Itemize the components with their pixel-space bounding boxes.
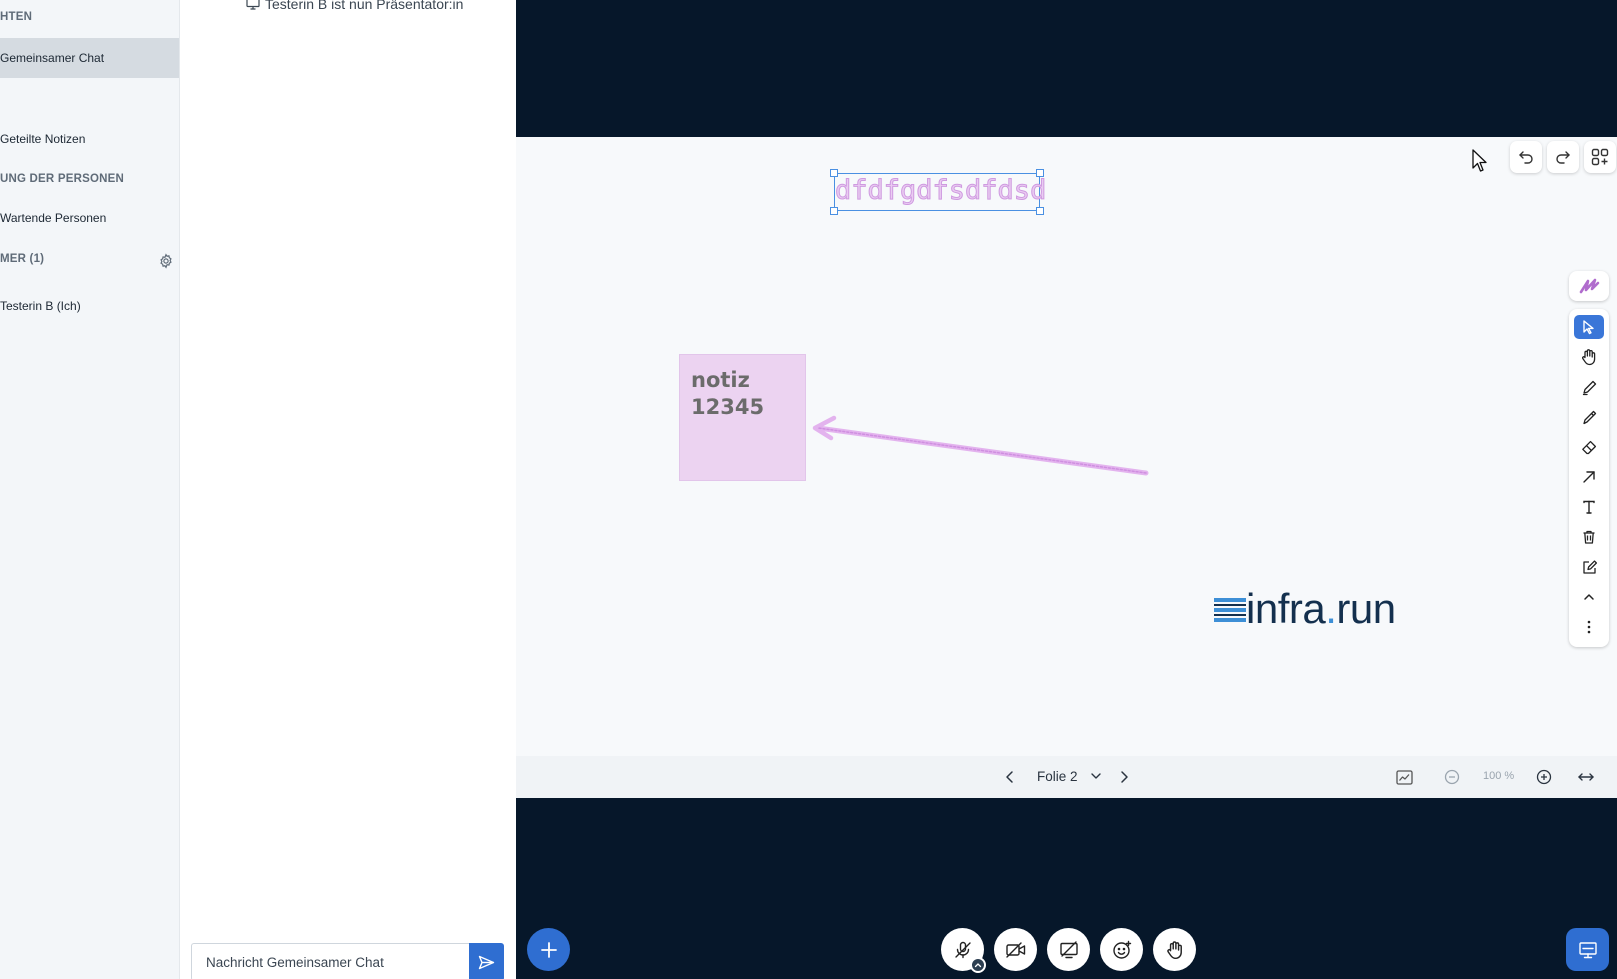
audio-options-badge[interactable]: [970, 957, 986, 973]
smart-layout-button[interactable]: [1393, 766, 1415, 788]
logo-dot: .: [1325, 585, 1337, 632]
more-options-button[interactable]: [1574, 615, 1604, 639]
next-slide-button[interactable]: [1113, 766, 1135, 788]
hand-tool[interactable]: [1574, 345, 1604, 369]
collapse-toolbar-button[interactable]: [1574, 585, 1604, 609]
chevron-up-icon: [1584, 594, 1594, 600]
delete-tool[interactable]: [1574, 525, 1604, 549]
infra-run-logo: infra.run: [1214, 585, 1396, 633]
sidebar-item-public-chat[interactable]: Gemeinsamer Chat: [0, 38, 179, 78]
select-tool[interactable]: [1574, 315, 1604, 339]
reactions-button[interactable]: [1100, 928, 1143, 971]
users-heading: MER (1): [0, 253, 45, 265]
selected-text-annotation[interactable]: dfdfgdfsdfdsd: [830, 169, 1047, 215]
text-tool[interactable]: [1574, 495, 1604, 519]
chevron-right-icon: [1121, 771, 1128, 783]
text-annotation-content: dfdfgdfsdfdsd: [834, 175, 1047, 207]
zoom-in-icon: [1536, 769, 1552, 785]
muted-microphone-icon: [954, 941, 971, 958]
presenter-icon: [246, 0, 260, 10]
multi-user-icon: [1591, 148, 1609, 166]
chevron-up-icon: [974, 963, 982, 968]
eraser-icon: [1581, 440, 1596, 454]
draw-tool[interactable]: [1574, 375, 1604, 399]
slide-navigation-bar: Folie 2 100 %: [516, 756, 1617, 798]
restore-presentation-button[interactable]: [1566, 928, 1609, 971]
slide-select[interactable]: Folie 2: [1037, 769, 1102, 784]
user-list-item[interactable]: Testerin B (Ich): [0, 299, 81, 313]
zoom-out-icon: [1444, 769, 1460, 785]
unmute-microphone-button[interactable]: [941, 928, 986, 973]
color-stroke-picker[interactable]: [1569, 271, 1609, 301]
redo-icon: [1556, 151, 1570, 164]
system-message-text: Testerin B ist nun Präsentator:in: [265, 0, 464, 12]
resize-handle[interactable]: [1036, 169, 1044, 177]
pointer-icon: [1583, 320, 1594, 335]
redo-button[interactable]: [1547, 141, 1579, 173]
sidebar-item-shared-notes[interactable]: Geteilte Notizen: [0, 132, 85, 146]
whiteboard-toolbar: [1569, 309, 1609, 647]
edit-square-icon: [1582, 559, 1597, 574]
user-list-sidebar: HTEN Gemeinsamer Chat Geteilte Notizen U…: [0, 0, 180, 979]
plus-icon: [540, 941, 557, 958]
previous-slide-button[interactable]: [999, 766, 1021, 788]
resize-handle[interactable]: [1036, 207, 1044, 215]
sticky-note-text: notiz 12345: [691, 368, 765, 419]
sticky-note[interactable]: notiz 12345: [679, 354, 806, 481]
raise-hand-button[interactable]: [1153, 928, 1196, 971]
logo-wordmark: infra.run: [1246, 585, 1396, 633]
chevron-down-icon: [1091, 773, 1101, 779]
arrow-tool[interactable]: [1574, 465, 1604, 489]
text-icon: [1583, 500, 1595, 514]
gear-icon[interactable]: [158, 253, 174, 269]
trash-icon: [1583, 530, 1595, 544]
share-webcam-button[interactable]: [994, 928, 1037, 971]
logo-word-infra: infra: [1246, 585, 1326, 632]
send-message-button[interactable]: [469, 943, 504, 979]
undo-button[interactable]: [1510, 141, 1542, 173]
chart-icon: [1395, 769, 1413, 785]
resize-handle[interactable]: [830, 169, 838, 177]
resize-handle[interactable]: [830, 207, 838, 215]
chat-message-input[interactable]: [191, 943, 469, 979]
sidebar-item-waiting-users[interactable]: Wartende Personen: [0, 211, 106, 225]
presentation-icon: [1578, 941, 1597, 958]
edit-tool[interactable]: [1574, 555, 1604, 579]
zoom-in-button[interactable]: [1533, 766, 1555, 788]
fit-width-icon: [1578, 773, 1594, 781]
hand-icon: [1166, 940, 1182, 959]
send-icon: [478, 955, 495, 969]
vertical-dots-icon: [1587, 620, 1591, 634]
multi-user-whiteboard-button[interactable]: [1584, 141, 1616, 173]
eraser-tool[interactable]: [1574, 435, 1604, 459]
messages-heading: HTEN: [0, 11, 33, 23]
chat-system-message: Testerin B ist nun Präsentator:in: [246, 0, 463, 12]
zoom-out-button[interactable]: [1441, 766, 1463, 788]
screen-share-off-icon: [1059, 940, 1078, 958]
pencil-icon: [1582, 380, 1596, 395]
highlighter-tool[interactable]: [1574, 405, 1604, 429]
share-screen-button[interactable]: [1047, 928, 1090, 971]
chat-panel: Testerin B ist nun Präsentator:in: [180, 0, 516, 979]
stroke-style-icon: [1579, 278, 1600, 294]
manage-users-heading: UNG DER PERSONEN: [0, 173, 124, 185]
presentation-area[interactable]: dfdfgdfsdfdsd notiz 12345 infra.run Foli…: [516, 137, 1617, 798]
emoji-icon: [1112, 940, 1131, 959]
chevron-left-icon: [1006, 771, 1013, 783]
zoom-level: 100 %: [1483, 770, 1515, 782]
highlighter-icon: [1582, 410, 1596, 424]
logo-stripes-icon: [1214, 598, 1246, 622]
fit-to-width-button[interactable]: [1575, 766, 1597, 788]
actions-menu-button[interactable]: [527, 928, 570, 971]
logo-word-run: run: [1336, 585, 1396, 632]
mouse-cursor-icon: [1472, 149, 1487, 172]
hand-icon: [1582, 349, 1596, 366]
sidebar-item-label: Gemeinsamer Chat: [0, 51, 105, 65]
arrow-icon: [1583, 471, 1595, 483]
current-slide-label: Folie 2: [1037, 769, 1078, 784]
undo-icon: [1519, 151, 1533, 164]
camera-off-icon: [1005, 941, 1025, 958]
